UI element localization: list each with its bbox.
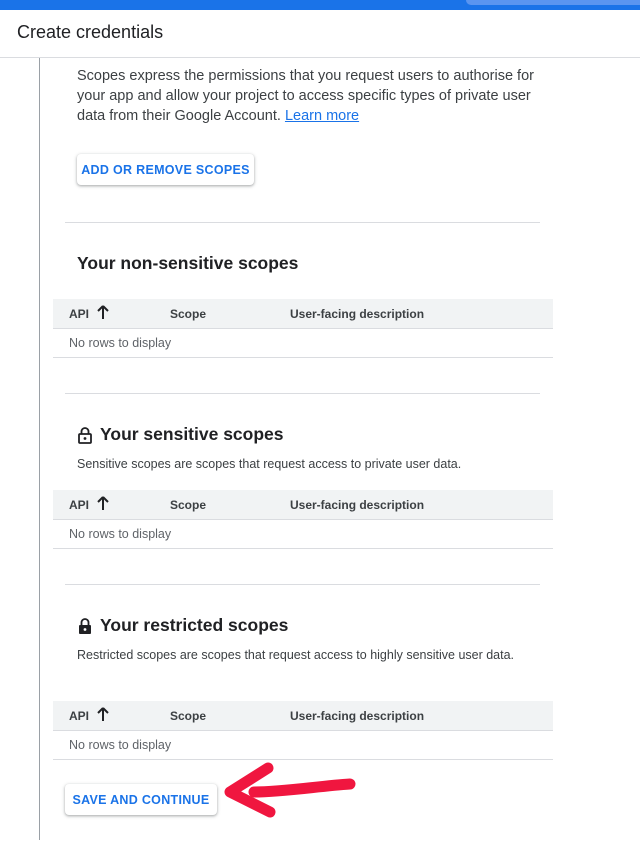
table-row: No rows to display bbox=[53, 520, 553, 549]
sort-arrow-up-icon[interactable] bbox=[96, 706, 110, 722]
column-user-facing-description: User-facing description bbox=[290, 307, 425, 321]
sort-arrow-up-icon[interactable] bbox=[96, 304, 110, 320]
table-header: API Scope User-facing description bbox=[53, 490, 553, 520]
divider bbox=[65, 222, 540, 223]
learn-more-link[interactable]: Learn more bbox=[285, 108, 359, 124]
column-user-facing-description: User-facing description bbox=[290, 709, 425, 723]
restricted-scopes-title: Your restricted scopes bbox=[100, 615, 289, 635]
column-scope: Scope bbox=[170, 709, 207, 723]
table-header: API Scope User-facing description bbox=[53, 701, 553, 731]
top-app-bar bbox=[0, 0, 640, 10]
column-scope: Scope bbox=[170, 307, 207, 321]
save-and-continue-button[interactable]: SAVE AND CONTINUE bbox=[65, 784, 217, 815]
restricted-scopes-heading: Your restricted scopes bbox=[77, 615, 288, 636]
page-header: Create credentials bbox=[0, 10, 640, 58]
restricted-scopes-description: Restricted scopes are scopes that reques… bbox=[77, 648, 515, 662]
lock-icon bbox=[77, 617, 93, 635]
add-remove-scopes-button[interactable]: ADD OR REMOVE SCOPES bbox=[77, 154, 254, 185]
non-sensitive-scopes-title: Your non-sensitive scopes bbox=[77, 253, 299, 273]
column-user-facing-description: User-facing description bbox=[290, 498, 425, 512]
table-row: No rows to display bbox=[53, 329, 553, 358]
sensitive-scopes-title: Your sensitive scopes bbox=[100, 424, 284, 444]
table-header: API Scope User-facing description bbox=[53, 299, 553, 329]
column-scope: Scope bbox=[170, 498, 207, 512]
stepper-line bbox=[39, 58, 40, 840]
sensitive-scopes-table: API Scope User-facing description No row… bbox=[53, 490, 553, 549]
lock-open-icon bbox=[77, 426, 93, 444]
sensitive-scopes-heading: Your sensitive scopes bbox=[77, 424, 284, 445]
empty-state-text: No rows to display bbox=[69, 336, 172, 350]
sort-arrow-up-icon[interactable] bbox=[96, 495, 110, 511]
column-api[interactable]: API bbox=[69, 307, 89, 321]
empty-state-text: No rows to display bbox=[69, 527, 172, 541]
table-row: No rows to display bbox=[53, 731, 553, 760]
restricted-scopes-table: API Scope User-facing description No row… bbox=[53, 701, 553, 760]
non-sensitive-scopes-heading: Your non-sensitive scopes bbox=[77, 253, 298, 274]
page-title: Create credentials bbox=[17, 22, 164, 42]
search-bar[interactable] bbox=[466, 0, 640, 5]
divider bbox=[65, 393, 540, 394]
sensitive-scopes-description: Sensitive scopes are scopes that request… bbox=[77, 457, 462, 471]
annotation-arrow-icon bbox=[224, 762, 356, 818]
column-api[interactable]: API bbox=[69, 498, 89, 512]
scopes-intro: Scopes express the permissions that you … bbox=[77, 66, 537, 126]
non-sensitive-scopes-table: API Scope User-facing description No row… bbox=[53, 299, 553, 358]
empty-state-text: No rows to display bbox=[69, 738, 172, 752]
divider bbox=[65, 584, 540, 585]
column-api[interactable]: API bbox=[69, 709, 89, 723]
